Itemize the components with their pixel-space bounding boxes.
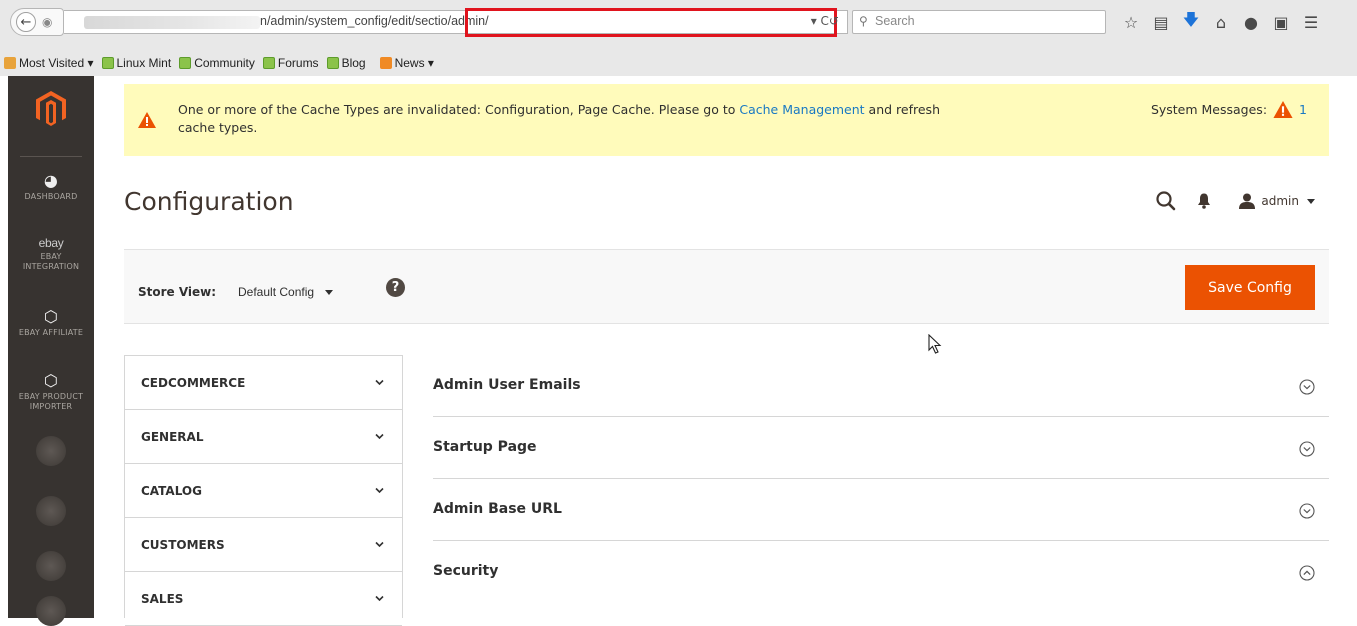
sidebar-item-ebay-integration[interactable]: ebay EBAY INTEGRATION	[8, 236, 94, 272]
tab-general[interactable]: GENERAL	[125, 410, 402, 464]
bookmark-linux-mint[interactable]: Linux Mint	[101, 56, 171, 70]
sidebar-item-blurred[interactable]	[36, 551, 66, 581]
bookmarks-toolbar: Most Visited ▾ Linux Mint Community Foru…	[0, 49, 1357, 76]
bookmark-forums[interactable]: Forums	[262, 56, 319, 70]
chevron-down-icon	[375, 379, 384, 386]
linux-mint-icon	[262, 56, 275, 69]
address-bar[interactable]: n/admin/system_config/edit/sectio/admin/…	[64, 8, 848, 37]
help-icon[interactable]: ?	[386, 278, 405, 297]
mouse-cursor-icon	[928, 334, 942, 354]
site-identity-icon[interactable]: ◉	[42, 15, 52, 29]
bookmark-star-icon[interactable]: ☆	[1116, 13, 1146, 32]
menu-icon[interactable]: ☰	[1296, 13, 1326, 32]
browser-toolbar: ← ◉ n/admin/system_config/edit/sectio/ad…	[0, 0, 1357, 50]
rss-icon	[379, 56, 392, 69]
warning-icon	[1273, 101, 1293, 118]
folder-icon	[4, 56, 16, 69]
chevron-down-icon	[375, 595, 384, 602]
browser-toolbar-icons: ☆ ▤ 🡇 ⌂ ● ▣ ☰	[1116, 8, 1326, 36]
warning-icon	[138, 112, 156, 128]
download-icon[interactable]: 🡇	[1176, 9, 1206, 36]
url-highlight-box	[465, 8, 837, 37]
user-icon	[1239, 193, 1256, 209]
dashboard-icon: ◕	[43, 171, 59, 190]
save-config-button[interactable]: Save Config	[1185, 265, 1315, 310]
navigation-row: ← ◉ n/admin/system_config/edit/sectio/ad…	[0, 8, 1357, 37]
system-messages[interactable]: System Messages: 1	[1151, 101, 1307, 118]
sidebar-divider	[20, 156, 82, 157]
chevron-down-icon	[1307, 198, 1315, 204]
search-icon[interactable]	[1155, 190, 1177, 212]
page-title: Configuration	[124, 187, 294, 216]
sidebar-item-blurred[interactable]	[36, 436, 66, 466]
bookmark-community[interactable]: Community	[179, 56, 255, 70]
linux-mint-icon	[101, 56, 114, 69]
collapse-circle-icon[interactable]	[1299, 565, 1315, 581]
sidebar-item-ebay-affiliate[interactable]: ⬡ EBAY AFFILIATE	[8, 308, 94, 338]
system-messages-count[interactable]: 1	[1299, 102, 1307, 117]
section-admin-user-emails[interactable]: Admin User Emails	[433, 355, 1329, 417]
back-button[interactable]: ← ◉	[10, 8, 64, 36]
section-admin-base-url[interactable]: Admin Base URL	[433, 479, 1329, 541]
magento-logo[interactable]	[36, 91, 66, 127]
expand-circle-icon[interactable]	[1299, 379, 1315, 395]
config-tabs: CEDCOMMERCE GENERAL CATALOG CUSTOMERS SA…	[124, 355, 403, 626]
sidebar-item-blurred[interactable]	[36, 596, 66, 626]
header-actions: admin	[1155, 190, 1315, 212]
sidebar-item-ebay-product-importer[interactable]: ⬡ EBAY PRODUCT IMPORTER	[8, 372, 94, 412]
chevron-down-icon	[375, 433, 384, 440]
linux-mint-icon	[326, 56, 339, 69]
chevron-down-icon	[375, 541, 384, 548]
search-icon: ⚲	[859, 14, 868, 28]
hexagon-icon: ⬡	[43, 307, 59, 326]
back-arrow-icon: ←	[16, 12, 36, 32]
ebay-logo: ebay	[38, 236, 64, 250]
section-security[interactable]: Security	[433, 541, 1329, 603]
home-icon[interactable]: ⌂	[1206, 13, 1236, 32]
expand-circle-icon[interactable]	[1299, 503, 1315, 519]
notice-message: One or more of the Cache Types are inval…	[178, 102, 940, 135]
bookmark-blog[interactable]: Blog	[326, 56, 366, 70]
store-view-bar: Store View: Default Config ? Save Config	[124, 249, 1329, 324]
url-text: n/admin/system_config/edit/sectio/admin/	[260, 14, 489, 28]
redacted-url-segment	[84, 16, 260, 29]
tab-catalog[interactable]: CATALOG	[125, 464, 402, 518]
browser-search-input[interactable]: ⚲ Search	[852, 10, 1106, 34]
bookmark-most-visited[interactable]: Most Visited ▾	[4, 56, 94, 70]
hexagon-icon: ⬡	[43, 371, 59, 390]
linux-mint-icon	[179, 56, 192, 69]
reload-icon[interactable]: ▾ C↺	[811, 14, 839, 28]
admin-sidebar: ◕ DASHBOARD ebay EBAY INTEGRATION ⬡ EBAY…	[8, 76, 94, 626]
section-startup-page[interactable]: Startup Page	[433, 417, 1329, 479]
chat-icon[interactable]: ●	[1236, 13, 1266, 32]
chevron-down-icon	[325, 290, 334, 296]
cache-management-link[interactable]: Cache Management	[739, 102, 864, 117]
tab-customers[interactable]: CUSTOMERS	[125, 518, 402, 572]
sidebar-item-blurred[interactable]	[36, 496, 66, 526]
config-sections: Admin User Emails Startup Page Admin Bas…	[433, 355, 1329, 603]
reading-list-icon[interactable]: ▤	[1146, 13, 1176, 32]
expand-circle-icon[interactable]	[1299, 441, 1315, 457]
sidebar-item-dashboard[interactable]: ◕ DASHBOARD	[8, 172, 94, 202]
extension-icon[interactable]: ▣	[1266, 13, 1296, 32]
admin-user-menu[interactable]: admin	[1239, 193, 1315, 209]
store-view-switcher[interactable]: Default Config	[238, 285, 334, 299]
notification-bell-icon[interactable]	[1197, 193, 1211, 209]
cache-invalidated-notice: One or more of the Cache Types are inval…	[124, 84, 1329, 156]
bookmark-news[interactable]: News ▾	[379, 56, 434, 70]
chevron-down-icon	[375, 487, 384, 494]
store-view-label: Store View:	[138, 285, 217, 299]
tab-cedcommerce[interactable]: CEDCOMMERCE	[125, 356, 402, 410]
